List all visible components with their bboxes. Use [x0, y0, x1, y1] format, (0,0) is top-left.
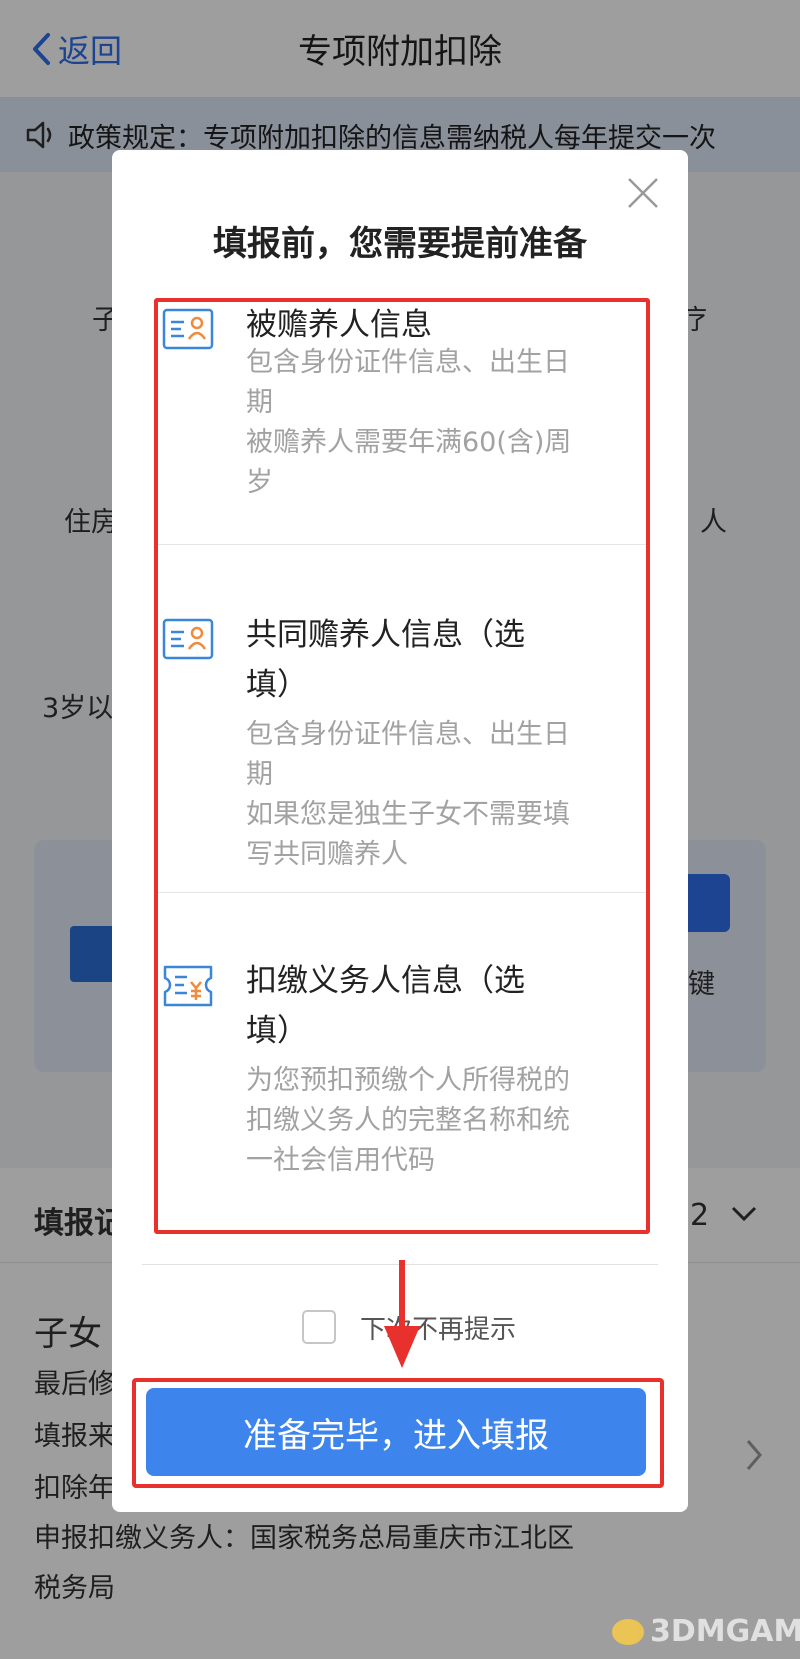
item-desc: 如果您是独生子女不需要填	[246, 799, 570, 830]
confirm-fill-button[interactable]: 准备完毕，进入填报	[146, 1388, 646, 1476]
item-desc: 被赡养人需要年满60(含)周	[246, 427, 572, 458]
item-divider	[158, 892, 646, 893]
close-button[interactable]	[620, 170, 666, 216]
person-card-icon	[162, 308, 214, 350]
item-title: 扣缴义务人信息（选填）	[246, 963, 525, 1049]
item-desc: 期	[246, 387, 273, 418]
item-desc: 为您预扣预缴个人所得税的	[246, 1065, 570, 1096]
item-desc: 写共同赡养人	[246, 839, 408, 870]
item-divider	[158, 544, 646, 545]
item-desc: 包含身份证件信息、出生日	[246, 719, 570, 750]
close-icon	[628, 178, 658, 208]
dialog-title: 填报前，您需要提前准备	[213, 224, 587, 264]
receipt-yuan-icon	[163, 965, 213, 1007]
item-desc: 扣缴义务人的完整名称和统	[246, 1105, 570, 1136]
watermark-text: 3DMGAME	[650, 1614, 800, 1649]
item-desc: 一社会信用代码	[246, 1145, 435, 1176]
watermark: 3DMGAME	[612, 1614, 800, 1649]
item-desc: 岁	[246, 467, 273, 498]
item-desc: 期	[246, 759, 273, 790]
dont-remind-checkbox[interactable]	[302, 1310, 336, 1344]
item-title: 共同赡养人信息（选填）	[246, 617, 525, 703]
watermark-logo-icon	[612, 1618, 644, 1645]
highlight-box: 准备完毕，进入填报	[132, 1378, 664, 1488]
arrow-down-icon	[384, 1260, 420, 1368]
person-card-icon	[162, 618, 214, 660]
item-desc: 包含身份证件信息、出生日	[246, 347, 570, 378]
